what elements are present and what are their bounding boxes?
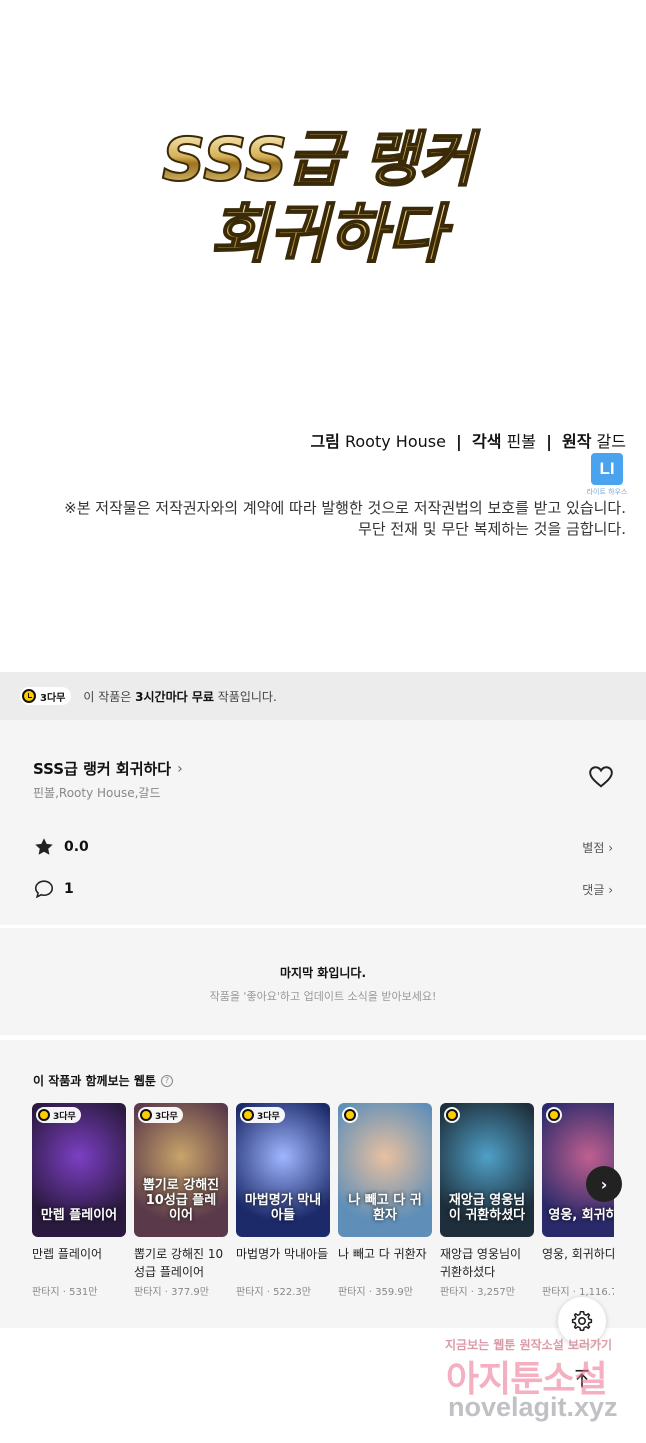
webtoon-thumbnail: 3다무만렙 플레이어 — [32, 1103, 126, 1237]
free-text-pre: 이 작품은 — [83, 689, 136, 704]
recommend-card[interactable]: 3다무 마법명가 막내아들 마법명가 막내아들 판타지 · 522.3만 — [236, 1103, 330, 1298]
clock-icon — [22, 689, 36, 703]
publisher-caption: 라이트 하우스 — [586, 488, 628, 496]
recommend-card[interactable]: 재앙급 영웅님이 귀환하셨다 재앙급 영웅님이 귀환하셨다 판타지 · 3,257만 — [440, 1103, 534, 1298]
recommend-card[interactable]: 나 빼고 다 귀환자 나 빼고 다 귀환자 판타지 · 359.9만 — [338, 1103, 432, 1298]
clock-icon — [38, 1109, 50, 1121]
publisher-logo: LI — [591, 453, 623, 485]
recommend-card[interactable]: 3다무 만렙 플레이어 만렙 플레이어 판타지 · 531만 — [32, 1103, 126, 1298]
thumbnail-title: 뽑기로 강해진 10성급 플레이어 — [142, 1178, 220, 1223]
last-episode-subtitle: 작품을 '좋아요'하고 업데이트 소식을 받아보세요! — [209, 990, 437, 1003]
recommend-card[interactable]: 3다무 뽑기로 강해진 10성급 플레이어 뽑기로 강해진 10성급 플레이어 판타지… — [134, 1103, 228, 1298]
help-icon[interactable]: ? — [160, 1074, 173, 1087]
webtoon-title: 만렙 플레이어 — [32, 1247, 103, 1261]
free-text-post: 작품입니다. — [213, 689, 277, 704]
comments-link[interactable]: 댓글 › — [582, 881, 613, 898]
clock-icon — [242, 1109, 254, 1121]
credit-origin-label: 원작 — [562, 432, 592, 451]
series-logo: SSS급 랭커 회귀하다 — [161, 124, 482, 273]
webtoon-meta: 판타지 · 531만 — [32, 1287, 98, 1298]
recommend-title: 이 작품과 함께보는 웹툰 — [33, 1074, 156, 1088]
watermark-url: novelagit.xyz — [448, 1392, 618, 1422]
webtoon-meta: 판타지 · 1,116.7만 — [542, 1287, 614, 1298]
free-banner-text: 이 작품은 3시간마다 무료 작품입니다. — [83, 688, 276, 705]
webtoon-thumbnail: 3다무뽑기로 강해진 10성급 플레이어 — [134, 1103, 228, 1237]
credit-art-label: 그림 — [310, 432, 340, 451]
webtoon-thumbnail: 재앙급 영웅님이 귀환하셨다 — [440, 1103, 534, 1237]
series-info-panel: SSS급 랭커 회귀하다 › 핀볼,Rooty House,갈드 0.0 별점 … — [0, 720, 646, 925]
wait-free-badge-label: 3다무 — [40, 692, 66, 704]
wait-free-badge-label: 3다무 — [257, 1111, 280, 1122]
free-text-bold: 3시간마다 무료 — [135, 689, 214, 704]
series-title-link[interactable]: SSS급 랭커 회귀하다 › — [33, 758, 183, 779]
thumbnail-title: 나 빼고 다 귀환자 — [348, 1193, 422, 1223]
rating-link[interactable]: 별점 › — [582, 839, 613, 856]
comment-bubble-icon — [34, 880, 54, 899]
recommend-carousel: 3다무 만렙 플레이어 만렙 플레이어 판타지 · 531만 3다무 뽑기로 강해진 10… — [32, 1103, 614, 1328]
webtoon-meta: 판타지 · 3,257만 — [440, 1287, 515, 1298]
rating-row: 0.0 별점 › — [33, 834, 613, 860]
star-icon — [35, 838, 53, 855]
wait-free-badge: 3다무 — [36, 1107, 81, 1123]
wait-free-badge: 3다무 — [138, 1107, 183, 1123]
comment-count: 1 — [64, 881, 74, 897]
credits: 그림 Rooty House | 각색 핀볼 | 원작 갈드 — [310, 428, 626, 452]
logo-line2: 회귀하다 — [210, 198, 453, 272]
credit-art: Rooty House — [344, 432, 446, 451]
wait-free-badge-label: 3다무 — [53, 1111, 76, 1122]
clock-icon — [344, 1109, 356, 1121]
webtoon-meta: 판타지 · 377.9만 — [134, 1287, 209, 1298]
gear-icon — [571, 1311, 593, 1331]
free-every-3h-banner: 3다무 이 작품은 3시간마다 무료 작품입니다. — [0, 672, 646, 720]
recommend-heading: 이 작품과 함께보는 웹툰 ? — [33, 1072, 173, 1089]
notice-line2: 무단 전재 및 무단 복제하는 것을 금합니다. — [358, 520, 626, 538]
episode-cover: SSS급 랭커 회귀하다 그림 Rooty House | 각색 핀볼 | 원작… — [0, 0, 646, 672]
webtoon-title: 재앙급 영웅님이 귀환하셨다 — [440, 1247, 522, 1279]
wait-free-badge: 3다무 — [240, 1107, 285, 1123]
credit-color: 핀볼 — [506, 432, 536, 451]
credit-origin: 갈드 — [596, 432, 626, 451]
recommended-webtoons: 이 작품과 함께보는 웹툰 ? 3다무 만렙 플레이어 만렙 플레이어 판타지 · 5… — [0, 1040, 646, 1328]
rating-value: 0.0 — [64, 839, 89, 855]
credit-color-label: 각색 — [471, 432, 502, 451]
webtoon-meta: 판타지 · 359.9만 — [338, 1287, 413, 1298]
wait-free-badge — [342, 1107, 358, 1123]
last-episode-title: 마지막 화입니다. — [279, 966, 367, 980]
credit-separator: | — [546, 432, 552, 451]
webtoon-title: 뽑기로 강해진 10성급 플레이어 — [134, 1247, 224, 1279]
wait-free-badge: 3다무 — [20, 687, 72, 705]
chevron-right-icon: › — [177, 760, 183, 777]
thumbnail-title: 재앙급 영웅님이 귀환하셨다 — [448, 1193, 526, 1223]
thumbnail-title: 영웅, 회귀하다 — [548, 1208, 614, 1223]
series-title: SSS급 랭커 회귀하다 — [33, 760, 172, 778]
webtoon-thumbnail: 나 빼고 다 귀환자 — [338, 1103, 432, 1237]
notice-line1: ※본 저작물은 저작권자와의 계약에 따라 발행한 것으로 저작권법의 보호를 … — [64, 499, 626, 517]
wait-free-badge-label: 3다무 — [155, 1111, 178, 1122]
webtoon-meta: 판타지 · 522.3만 — [236, 1287, 311, 1298]
comments-row: 1 댓글 › — [33, 876, 613, 902]
like-heart-icon[interactable] — [588, 764, 614, 790]
carousel-next-button[interactable]: › — [586, 1166, 622, 1202]
wait-free-badge — [444, 1107, 460, 1123]
clock-icon — [548, 1109, 560, 1121]
series-authors: 핀볼,Rooty House,갈드 — [33, 786, 161, 800]
webtoon-title: 나 빼고 다 귀환자 — [338, 1247, 427, 1261]
last-episode-notice: 마지막 화입니다. 작품을 '좋아요'하고 업데이트 소식을 받아보세요! — [0, 925, 646, 1038]
webtoon-thumbnail: 3다무마법명가 막내아들 — [236, 1103, 330, 1237]
clock-icon — [446, 1109, 458, 1121]
credit-separator: | — [456, 432, 462, 451]
clock-icon — [140, 1109, 152, 1121]
thumbnail-title: 만렙 플레이어 — [40, 1208, 118, 1223]
webtoon-title: 마법명가 막내아들 — [236, 1247, 329, 1261]
thumbnail-title: 마법명가 막내아들 — [244, 1193, 322, 1223]
webtoon-title: 영웅, 회귀하다 — [542, 1247, 614, 1261]
logo-line1: SSS급 랭커 — [162, 125, 481, 195]
wait-free-badge — [546, 1107, 562, 1123]
copyright-notice: ※본 저작물은 저작권자와의 계약에 따라 발행한 것으로 저작권법의 보호를 … — [64, 498, 626, 540]
